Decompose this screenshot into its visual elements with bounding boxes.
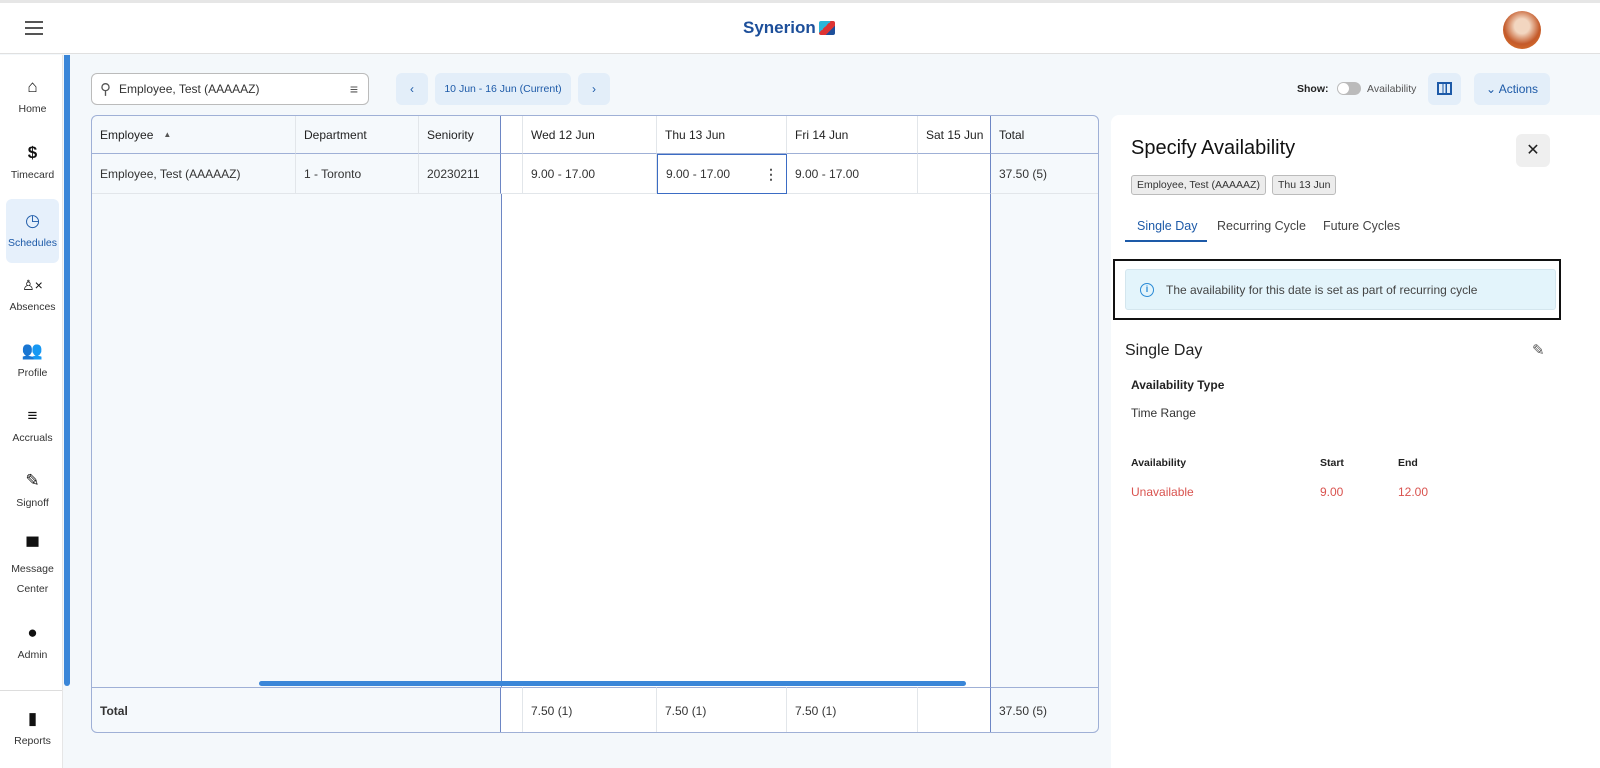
availability-label: Availability xyxy=(1367,83,1417,95)
date-chip: Thu 13 Jun xyxy=(1271,175,1337,195)
end-value: 12.00 xyxy=(1398,485,1429,499)
info-banner: i The availability for this date is set … xyxy=(1125,269,1556,310)
footer-wed: 7.50 (1) xyxy=(523,687,657,732)
person-icon: ● xyxy=(27,623,38,642)
footer-total: 37.50 (5) xyxy=(991,687,1098,732)
grid-header-start: Start xyxy=(1320,457,1344,469)
columns-button[interactable] xyxy=(1428,73,1461,105)
footer-thu: 7.50 (1) xyxy=(657,687,787,732)
column-header-thu[interactable]: Thu 13 Jun xyxy=(657,116,787,154)
filter-icon[interactable]: ≡ xyxy=(350,81,358,97)
sidebar-item-timecard[interactable]: $ Timecard xyxy=(6,131,59,195)
close-button[interactable]: ✕ xyxy=(1516,134,1550,167)
sidebar-item-schedules[interactable]: ◷ Schedules xyxy=(6,199,59,263)
column-header-total[interactable]: Total xyxy=(991,116,1098,154)
next-week-button[interactable]: › xyxy=(578,73,610,105)
sidebar-item-message-center[interactable]: ▀ Message Center xyxy=(6,525,59,605)
sidebar-item-absences[interactable]: ♙× Absences xyxy=(6,263,59,327)
cell-department: 1 - Toronto xyxy=(296,154,419,194)
sidebar-item-accruals[interactable]: ≡ Accruals xyxy=(6,394,59,458)
sort-asc-icon: ▲ xyxy=(163,130,172,139)
employee-chip: Employee, Test (AAAAAZ) xyxy=(1131,175,1266,195)
logo: Synerion xyxy=(743,18,835,38)
column-header-fri[interactable]: Fri 14 Jun xyxy=(787,116,918,154)
footer-fri: 7.50 (1) xyxy=(787,687,918,732)
hamburger-icon[interactable] xyxy=(25,21,43,35)
sidebar-item-profile[interactable]: 👥 Profile xyxy=(6,329,59,393)
spacer xyxy=(501,687,523,732)
more-vert-icon[interactable]: ⋮ xyxy=(764,166,778,183)
info-icon: i xyxy=(1140,282,1154,297)
section-title: Single Day xyxy=(1125,342,1203,359)
show-label: Show: xyxy=(1297,83,1329,95)
columns-icon xyxy=(1437,82,1452,95)
column-header-employee[interactable]: Employee ▲ xyxy=(92,116,296,154)
availability-type-value: Time Range xyxy=(1131,406,1196,420)
sidebar-item-admin[interactable]: ● Admin xyxy=(6,611,59,675)
dollar-icon: $ xyxy=(27,143,38,162)
cell-thu-selected[interactable]: 9.00 - 17.00 ⋮ xyxy=(657,154,787,194)
date-range-button[interactable]: 10 Jun - 16 Jun (Current) xyxy=(435,73,571,105)
availability-toggle[interactable] xyxy=(1337,82,1361,95)
tab-recurring-cycle[interactable]: Recurring Cycle xyxy=(1217,219,1306,233)
signoff-icon: ✎ xyxy=(25,471,40,490)
availability-value: Unavailable xyxy=(1131,485,1194,499)
footer-total-label: Total xyxy=(92,687,501,732)
logo-flag-icon xyxy=(818,21,835,35)
tab-future-cycles[interactable]: Future Cycles xyxy=(1323,219,1400,233)
grid-header-end: End xyxy=(1398,457,1418,469)
column-header-seniority[interactable]: Seniority xyxy=(419,116,501,154)
chat-icon: ▀ xyxy=(26,537,39,556)
edit-icon[interactable]: ✎ xyxy=(1532,341,1545,359)
sidebar-item-reports[interactable]: ▮ Reports xyxy=(6,697,59,761)
chevron-down-icon: ⌄ xyxy=(1485,82,1497,96)
sidebar-item-home[interactable]: ⌂ Home xyxy=(6,65,59,129)
start-value: 9.00 xyxy=(1320,485,1344,499)
search-icon: ⚲ xyxy=(100,81,111,98)
panel-title: Specify Availability xyxy=(1131,137,1296,159)
specify-availability-panel: Specify Availability ✕ Employee, Test (A… xyxy=(1111,115,1600,768)
footer-sat xyxy=(918,687,991,732)
prev-week-button[interactable]: ‹ xyxy=(396,73,428,105)
spacer xyxy=(501,116,523,154)
search-input[interactable]: ⚲ Employee, Test (AAAAAZ) ≡ xyxy=(91,73,369,105)
person-x-icon: ♙× xyxy=(22,277,43,293)
people-icon: 👥 xyxy=(21,341,44,360)
top-header: Synerion xyxy=(0,0,1600,54)
cell-employee[interactable]: Employee, Test (AAAAAZ) xyxy=(92,154,296,194)
cell-wed[interactable]: 9.00 - 17.00 xyxy=(523,154,657,194)
clock-icon: ◷ xyxy=(25,211,40,230)
close-icon: ✕ xyxy=(1526,142,1540,159)
sidebar-scrollbar[interactable] xyxy=(64,55,70,686)
cell-seniority: 20230211 xyxy=(419,154,501,194)
availability-type-label: Availability Type xyxy=(1131,378,1225,392)
column-header-sat[interactable]: Sat 15 Jun xyxy=(918,116,991,154)
column-header-department[interactable]: Department xyxy=(296,116,419,154)
home-icon: ⌂ xyxy=(27,77,38,96)
schedule-table: Employee ▲ Department Seniority Wed 12 Ju… xyxy=(91,115,1099,733)
sidebar: ⌂ Home $ Timecard ◷ Schedules ♙× Absences 👥 P… xyxy=(0,55,63,768)
schedule-body xyxy=(501,194,991,687)
spacer xyxy=(501,154,523,194)
cell-fri[interactable]: 9.00 - 17.00 xyxy=(787,154,918,194)
grid-header-availability: Availability xyxy=(1131,457,1187,469)
actions-button[interactable]: ⌄ Actions xyxy=(1474,73,1550,105)
cell-sat[interactable] xyxy=(918,154,991,194)
user-avatar[interactable] xyxy=(1503,11,1541,49)
reports-icon: ▮ xyxy=(27,709,38,728)
column-header-wed[interactable]: Wed 12 Jun xyxy=(523,116,657,154)
accruals-icon: ≡ xyxy=(27,406,38,425)
tab-single-day[interactable]: Single Day xyxy=(1137,219,1197,233)
sidebar-item-signoff[interactable]: ✎ Signoff xyxy=(6,459,59,523)
cell-total: 37.50 (5) xyxy=(991,154,1098,194)
horizontal-scrollbar[interactable] xyxy=(259,681,966,686)
